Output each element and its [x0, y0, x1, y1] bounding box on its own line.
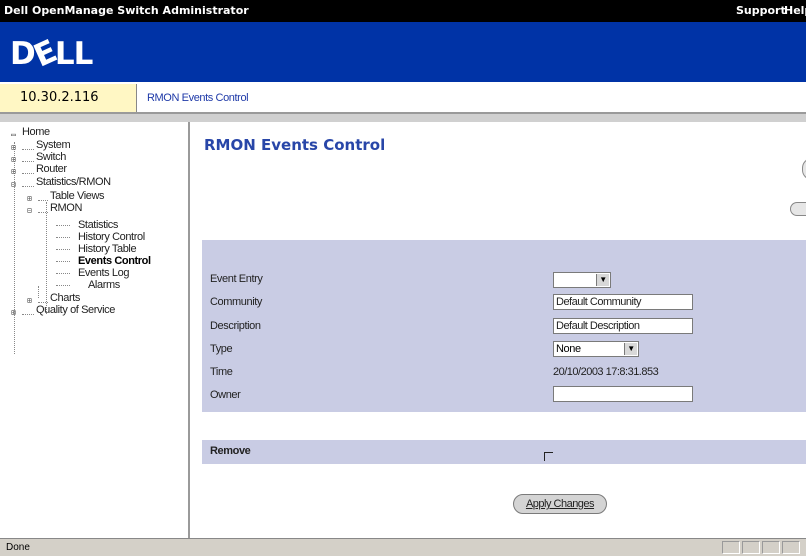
- nav-events-control[interactable]: Events Control: [78, 255, 151, 267]
- tree-line: [22, 161, 34, 162]
- tree-line: [38, 286, 39, 298]
- description-label: Description: [210, 320, 261, 332]
- expand-plus-icon[interactable]: ⊞: [27, 296, 32, 305]
- status-text: Done: [6, 542, 30, 553]
- status-cell: [762, 541, 780, 554]
- main-content: RMON Events Control Event Entry ▼ Commun…: [190, 122, 806, 538]
- device-ip: 10.30.2.116: [20, 90, 99, 105]
- time-label: Time: [210, 366, 233, 378]
- event-entry-label: Event Entry: [210, 273, 263, 285]
- dropdown-arrow-icon: ▼: [624, 343, 637, 355]
- event-form-panel: Event Entry ▼ Community Default Communit…: [202, 240, 806, 412]
- community-input[interactable]: Default Community: [553, 294, 693, 310]
- expand-plus-icon[interactable]: ⊞: [11, 167, 16, 176]
- tree-line: [22, 186, 34, 187]
- help-link[interactable]: Help: [784, 4, 806, 17]
- nav-quality-of-service[interactable]: Quality of Service: [36, 304, 115, 316]
- nav-history-control[interactable]: History Control: [78, 231, 145, 243]
- nav-tree: ▭ Home ⊞ System ⊞ Switch ⊞ Router ⊟ Stat…: [0, 122, 190, 538]
- remove-label: Remove: [210, 445, 251, 457]
- apply-changes-button[interactable]: Apply Changes: [513, 494, 607, 514]
- tree-line: [38, 302, 48, 303]
- tree-line: [38, 200, 48, 201]
- nav-statistics[interactable]: Statistics: [78, 219, 118, 231]
- help-button[interactable]: [802, 158, 806, 180]
- collapse-minus-icon[interactable]: ⊟: [27, 206, 32, 215]
- expand-plus-icon[interactable]: ⊞: [11, 155, 16, 164]
- window-title: Dell OpenManage Switch Administrator: [4, 4, 249, 17]
- nav-history-table[interactable]: History Table: [78, 243, 137, 255]
- device-ip-panel: 10.30.2.116: [0, 84, 137, 112]
- nav-system[interactable]: System: [36, 139, 71, 151]
- status-bar: Done: [0, 538, 806, 556]
- time-value: 20/10/2003 17:8:31.853: [553, 366, 659, 378]
- owner-label: Owner: [210, 389, 241, 401]
- tree-line: [56, 225, 70, 226]
- description-input[interactable]: Default Description: [553, 318, 693, 334]
- owner-input[interactable]: [553, 386, 693, 402]
- status-cell: [722, 541, 740, 554]
- tree-line: [38, 212, 48, 213]
- expand-plus-icon[interactable]: ⊞: [11, 143, 16, 152]
- remove-panel: Remove: [202, 440, 806, 464]
- breadcrumb-text: RMON Events Control: [147, 92, 249, 104]
- event-entry-select[interactable]: ▼: [553, 272, 611, 288]
- nav-charts[interactable]: Charts: [50, 292, 80, 304]
- status-cell: [742, 541, 760, 554]
- nav-router[interactable]: Router: [36, 163, 67, 175]
- remove-checkbox[interactable]: [544, 452, 553, 461]
- tree-line: [56, 249, 70, 250]
- tree-line: [22, 149, 34, 150]
- tree-line: [22, 314, 34, 315]
- nav-home[interactable]: Home: [22, 126, 50, 138]
- tree-line: [22, 173, 34, 174]
- tree-line: [46, 202, 47, 314]
- nav-table-views[interactable]: Table Views: [50, 190, 105, 202]
- dell-logo: DELL: [10, 33, 93, 75]
- nav-alarms[interactable]: Alarms: [88, 279, 120, 291]
- brand-header: DELL: [0, 22, 806, 82]
- collapse-minus-icon[interactable]: ⊟: [11, 180, 16, 189]
- tree-line: [56, 273, 70, 274]
- dropdown-arrow-icon: ▼: [596, 274, 609, 286]
- tree-line: [56, 261, 70, 262]
- nav-rmon[interactable]: RMON: [50, 202, 82, 214]
- type-select[interactable]: None ▼: [553, 341, 639, 357]
- community-label: Community: [210, 296, 263, 308]
- support-link[interactable]: Support: [736, 4, 786, 17]
- type-value: None: [556, 343, 581, 355]
- page-title: RMON Events Control: [204, 136, 386, 154]
- nav-switch[interactable]: Switch: [36, 151, 66, 163]
- print-button[interactable]: [790, 202, 806, 216]
- expand-plus-icon[interactable]: ⊞: [11, 308, 16, 317]
- folder-icon: ▭: [11, 130, 16, 139]
- type-label: Type: [210, 343, 233, 355]
- nav-statistics-rmon[interactable]: Statistics/RMON: [36, 176, 111, 188]
- title-bar: Dell OpenManage Switch Administrator Sup…: [0, 0, 806, 22]
- nav-events-log[interactable]: Events Log: [78, 267, 129, 279]
- tree-line: [56, 285, 70, 286]
- status-cell: [782, 541, 800, 554]
- expand-plus-icon[interactable]: ⊞: [27, 194, 32, 203]
- tree-line: [56, 237, 70, 238]
- header-divider-shadow: [0, 114, 806, 122]
- breadcrumb: RMON Events Control: [137, 84, 806, 112]
